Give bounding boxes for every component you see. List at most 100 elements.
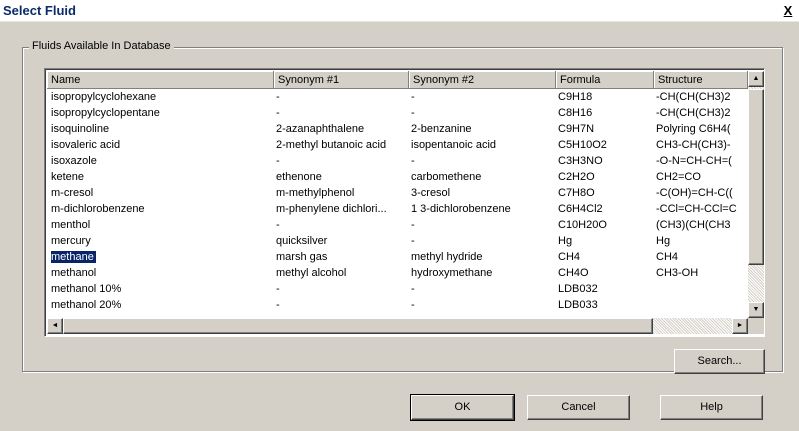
cell-structure: Polyring C6H4(: [656, 123, 731, 135]
cell-formula: CH4: [558, 251, 581, 263]
title-bar: Select Fluid X: [0, 0, 799, 22]
table-row[interactable]: methane marsh gas methyl hydride CH4 CH4: [47, 249, 748, 265]
table-row[interactable]: methanol methyl alcohol hydroxymethane CH4O…: [47, 265, 748, 281]
cell-name: ketene: [51, 171, 85, 183]
cell-synonym-1: -: [276, 283, 280, 295]
cell-formula: C8H16: [558, 107, 593, 119]
cell-structure: -C(OH)=CH-C((: [656, 187, 733, 199]
cancel-button-label: Cancel: [561, 401, 596, 413]
cancel-button[interactable]: Cancel: [527, 395, 630, 420]
table-row[interactable]: isovaleric acid 2-methyl butanoic acid iso…: [47, 137, 748, 153]
scroll-up-icon[interactable]: ▲: [748, 71, 764, 87]
cell-synonym-1: -: [276, 299, 280, 311]
help-button-label: Help: [700, 401, 723, 413]
cell-synonym-1: 2-methyl butanoic acid: [276, 139, 387, 151]
cell-name: isovaleric acid: [51, 139, 121, 151]
cell-formula: C10H20O: [558, 219, 607, 231]
column-header-structure[interactable]: Structure: [654, 71, 748, 89]
cell-name: methane: [51, 249, 271, 265]
cell-synonym-2: isopentanoic acid: [411, 139, 497, 151]
cell-synonym-2: 3-cresol: [411, 187, 451, 199]
cell-formula: C7H8O: [558, 187, 595, 199]
cell-structure: -O-N=CH-CH=(: [656, 155, 732, 167]
vertical-scrollbar[interactable]: ▲ ▼: [748, 71, 764, 318]
cell-structure: [656, 297, 748, 313]
cell-formula: C2H2O: [558, 171, 595, 183]
cell-name: isoxazole: [51, 155, 97, 167]
table-row[interactable]: methanol 20% - - LDB033: [47, 297, 748, 313]
table-row[interactable]: isoxazole - - C3H3NO -O-N=CH-CH=(: [47, 153, 748, 169]
column-header-formula[interactable]: Formula: [556, 71, 654, 89]
cell-formula: Hg: [558, 235, 573, 247]
cell-synonym-1: -: [276, 219, 280, 231]
cell-synonym-2: -: [411, 91, 415, 103]
cell-formula: LDB032: [558, 283, 598, 295]
table-row[interactable]: isopropylcyclopentane - - C8H16 -CH(CH(CH3)2: [47, 105, 748, 121]
cell-name: mercury: [51, 235, 91, 247]
cell-name: isopropylcyclopentane: [51, 107, 160, 119]
list-rows: isopropylcyclohexane - - C9H18 -CH(CH(CH3)2 i…: [47, 89, 748, 317]
cell-structure: CH4: [656, 251, 679, 263]
table-row[interactable]: m-dichlorobenzene m-phenylene dichlori...…: [47, 201, 748, 217]
cell-synonym-2: -: [411, 107, 415, 119]
cell-formula: CH4O: [558, 267, 589, 279]
fluid-list[interactable]: Name Synonym #1 Synonym #2 Formula Struc…: [44, 68, 765, 337]
table-row[interactable]: m-cresol m-methylphenol 3-cresol C7H8O -C(OH…: [47, 185, 748, 201]
scroll-right-icon[interactable]: ►: [732, 318, 748, 334]
cell-structure: CH2=CO: [656, 171, 701, 183]
cell-formula: C3H3NO: [558, 155, 603, 167]
ok-button[interactable]: OK: [410, 394, 515, 421]
scroll-left-icon[interactable]: ◄: [47, 318, 63, 334]
ok-button-label: OK: [454, 401, 471, 413]
group-label: Fluids Available In Database: [29, 40, 174, 52]
cell-structure: CH3-OH: [656, 267, 699, 279]
cell-synonym-2: -: [411, 299, 415, 311]
cell-name: methanol 20%: [51, 299, 122, 311]
cell-structure: (CH3)(CH(CH3: [656, 219, 731, 231]
cell-synonym-1: 2-azanaphthalene: [276, 123, 365, 135]
cell-name: isopropylcyclohexane: [51, 91, 157, 103]
search-button-label: Search...: [697, 355, 742, 367]
cell-synonym-2: -: [411, 219, 415, 231]
help-button[interactable]: Help: [660, 395, 763, 420]
column-header-synonym-1[interactable]: Synonym #1: [274, 71, 409, 89]
cell-synonym-2: 2-benzanine: [411, 123, 472, 135]
cell-name: methanol: [51, 267, 97, 279]
cell-name: m-cresol: [51, 187, 94, 199]
table-row[interactable]: menthol - - C10H20O (CH3)(CH(CH3: [47, 217, 748, 233]
cell-synonym-2: -: [411, 235, 415, 247]
cell-formula: C9H18: [558, 91, 593, 103]
column-header-synonym-2[interactable]: Synonym #2: [409, 71, 556, 89]
cell-synonym-2: carbomethene: [411, 171, 482, 183]
cell-synonym-1: ethenone: [276, 171, 322, 183]
table-row[interactable]: isopropylcyclohexane - - C9H18 -CH(CH(CH3)2: [47, 89, 748, 105]
cell-synonym-1: -: [276, 107, 280, 119]
column-header-name[interactable]: Name: [47, 71, 274, 89]
table-row[interactable]: ketene ethenone carbomethene C2H2O CH2=CO: [47, 169, 748, 185]
cell-structure: [656, 281, 748, 297]
scroll-down-icon[interactable]: ▼: [748, 302, 764, 318]
cell-name: m-dichlorobenzene: [51, 203, 145, 215]
vertical-scroll-thumb[interactable]: [748, 89, 764, 265]
cell-synonym-1: m-phenylene dichlori...: [276, 203, 387, 215]
cell-synonym-1: marsh gas: [276, 251, 328, 263]
cell-formula: C5H10O2: [558, 139, 607, 151]
cell-formula: LDB033: [558, 299, 598, 311]
horizontal-scroll-thumb[interactable]: [63, 318, 653, 334]
cell-synonym-1: m-methylphenol: [276, 187, 355, 199]
selected-name: methane: [51, 251, 96, 263]
cell-name: methanol 10%: [51, 283, 122, 295]
cell-formula: C6H4Cl2: [558, 203, 603, 215]
search-button[interactable]: Search...: [674, 349, 765, 374]
table-row[interactable]: methanol 10% - - LDB032: [47, 281, 748, 297]
table-row[interactable]: isoquinoline 2-azanaphthalene 2-benzanine C…: [47, 121, 748, 137]
cell-synonym-1: methyl alcohol: [276, 267, 347, 279]
close-icon[interactable]: X: [780, 3, 796, 19]
cell-structure: Hg: [656, 235, 671, 247]
table-row[interactable]: mercury quicksilver - Hg Hg: [47, 233, 748, 249]
cell-synonym-1: quicksilver: [276, 235, 328, 247]
cell-synonym-2: -: [411, 155, 415, 167]
cell-name: menthol: [51, 219, 91, 231]
cell-name: isoquinoline: [51, 123, 110, 135]
horizontal-scrollbar[interactable]: ◄ ►: [47, 318, 748, 334]
